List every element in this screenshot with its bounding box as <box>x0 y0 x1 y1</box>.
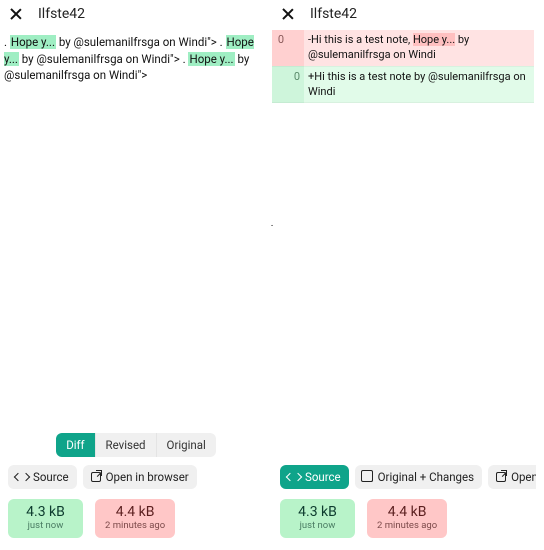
segment-revised[interactable]: Revised <box>96 433 157 457</box>
close-icon[interactable] <box>280 6 296 22</box>
left-text-3: by @sulemanilfrsga on Windi"> . <box>19 52 189 66</box>
diff-row-added: 0 +Hi this is a test note by @sulemanilf… <box>272 66 534 103</box>
original-size-age: 2 minutes ago <box>105 521 165 532</box>
source-button[interactable]: Source <box>8 465 77 489</box>
close-icon[interactable] <box>8 6 24 22</box>
code-icon <box>288 471 300 483</box>
diff-removed-highlight: Hope y... <box>413 33 455 46</box>
revised-size-value: 4.3 kB <box>18 504 73 520</box>
view-mode-segmented: Diff Revised Original <box>56 433 216 457</box>
diff-table: 0 -Hi this is a test note, Hope y... by … <box>272 30 534 103</box>
left-text-1: . <box>4 35 10 49</box>
original-plus-changes-button[interactable]: Original + Changes <box>355 465 482 489</box>
revised-size-age: just now <box>290 521 345 532</box>
size-badges: 4.3 kB just now 4.4 kB 2 minutes ago <box>8 499 264 546</box>
original-size-age: 2 minutes ago <box>377 521 437 532</box>
revised-size-badge: 4.3 kB just now <box>280 499 355 538</box>
left-pane: Ilfste42 . Hope y... by @sulemanilfrsga … <box>0 0 272 550</box>
line-number-old: 0 <box>272 30 288 66</box>
left-text-2: by @sulemanilfrsga on Windi"> . <box>56 35 226 49</box>
diff-row-removed: 0 -Hi this is a test note, Hope y... by … <box>272 30 534 66</box>
open-label: Open in brow <box>511 470 536 484</box>
copy-icon <box>363 472 373 482</box>
size-badges: 4.3 kB just now 4.4 kB 2 minutes ago <box>280 499 536 546</box>
code-icon <box>16 471 28 483</box>
line-number-new: 0 <box>288 66 304 103</box>
source-label: Source <box>33 470 69 484</box>
open-in-browser-button[interactable]: Open in brow <box>488 465 536 489</box>
diff-removed-pre: -Hi this is a test note, <box>308 33 413 46</box>
orig-changes-label: Original + Changes <box>378 470 474 484</box>
right-toolbar: Source Original + Changes Open in brow 4… <box>272 459 544 550</box>
left-header: Ilfste42 <box>0 0 272 24</box>
original-size-badge: 4.4 kB 2 minutes ago <box>95 499 175 538</box>
external-link-icon <box>91 472 101 482</box>
left-toolbar: Diff Revised Original Source Open in bro… <box>0 427 272 550</box>
right-header: Ilfste42 <box>272 0 544 24</box>
right-pane: Ilfste42 0 -Hi this is a test note, Hope… <box>272 0 544 550</box>
source-label: Source <box>305 470 341 484</box>
external-link-icon <box>496 472 506 482</box>
original-size-badge: 4.4 kB 2 minutes ago <box>367 499 447 538</box>
segment-original[interactable]: Original <box>157 433 216 457</box>
left-highlight-1: Hope y... <box>10 35 56 49</box>
diff-added-content: +Hi this is a test note by @sulemanilfrs… <box>304 66 534 103</box>
left-highlight-3: Hope y... <box>188 52 234 66</box>
source-button[interactable]: Source <box>280 465 349 489</box>
line-number-new <box>288 30 304 66</box>
open-in-browser-button[interactable]: Open in browser <box>83 465 197 489</box>
diff-removed-content: -Hi this is a test note, Hope y... by @s… <box>304 30 534 66</box>
left-body: . Hope y... by @sulemanilfrsga on Windi"… <box>0 24 272 427</box>
original-size-value: 4.4 kB <box>105 504 165 520</box>
revised-size-age: just now <box>18 521 73 532</box>
revised-size-badge: 4.3 kB just now <box>8 499 83 538</box>
open-label: Open in browser <box>106 470 189 484</box>
segment-diff[interactable]: Diff <box>56 433 95 457</box>
right-body: 0 -Hi this is a test note, Hope y... by … <box>272 24 544 459</box>
line-number-old <box>272 66 288 103</box>
original-size-value: 4.4 kB <box>377 504 437 520</box>
right-title: Ilfste42 <box>306 6 357 22</box>
left-title: Ilfste42 <box>34 6 85 22</box>
revised-size-value: 4.3 kB <box>290 504 345 520</box>
